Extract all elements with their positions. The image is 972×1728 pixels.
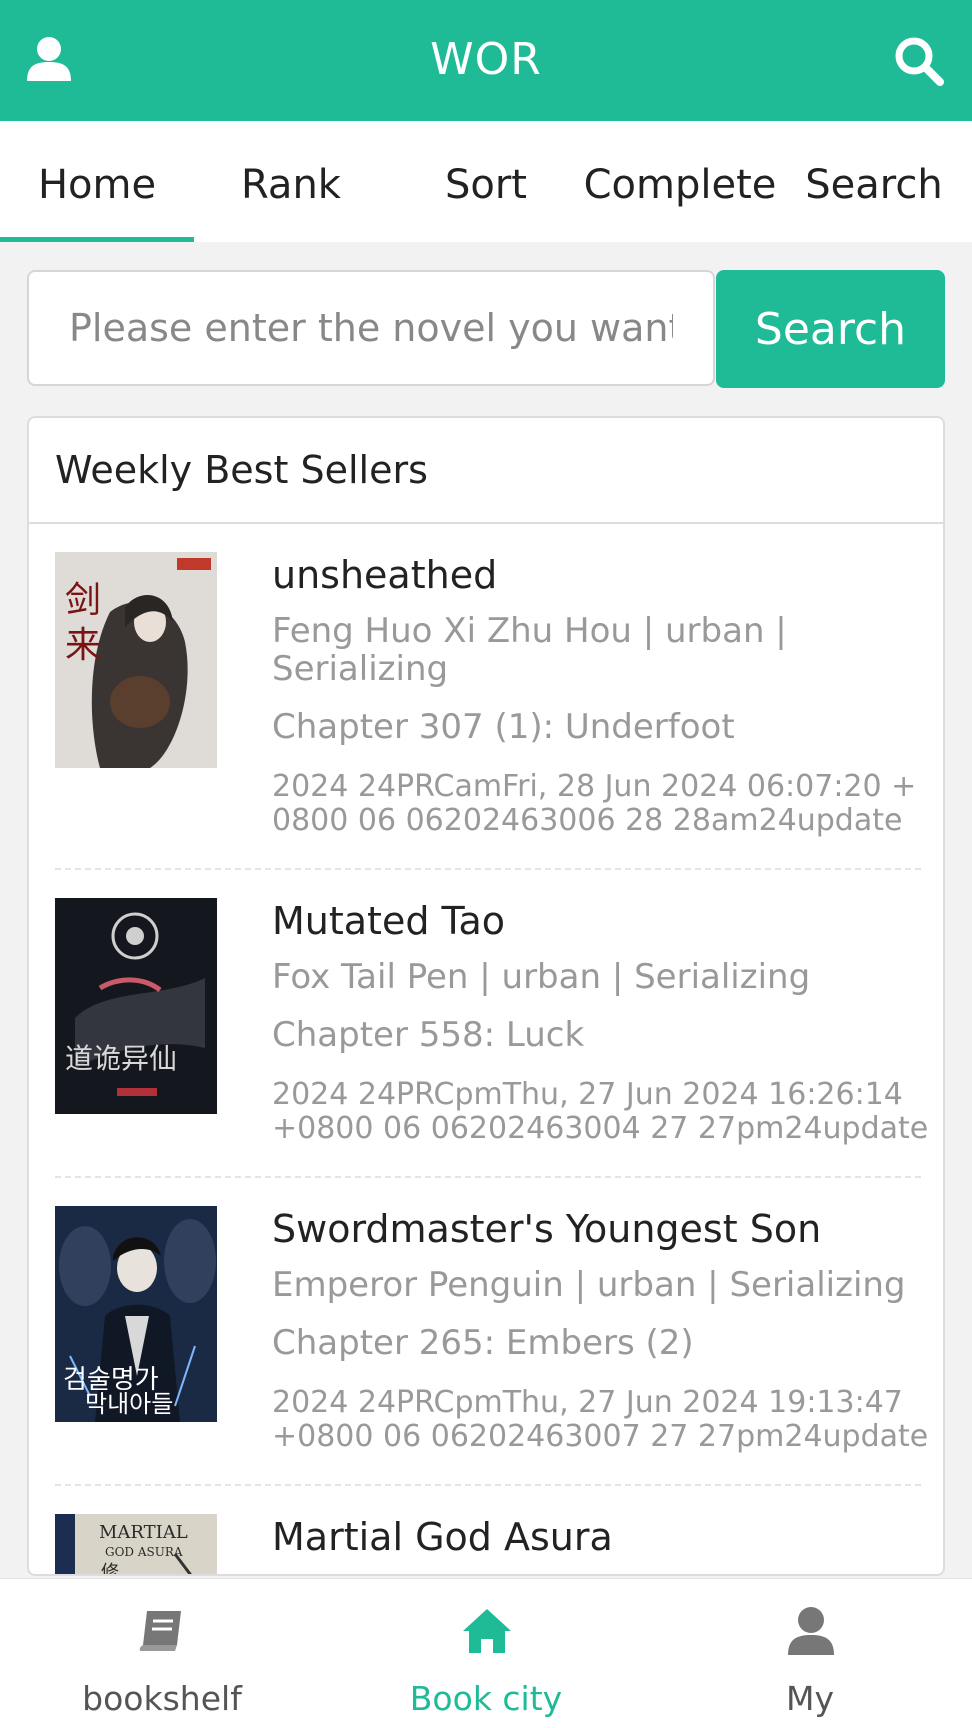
book-meta: Feng Huo Xi Zhu Hou | urban | Serializin… (272, 611, 787, 689)
book-latest-chapter[interactable]: Chapter 558: Luck (272, 1016, 932, 1054)
search-bar: Search (27, 270, 945, 388)
book-cover[interactable]: 道诡异仙 (55, 898, 217, 1114)
home-icon (461, 1605, 513, 1657)
book-latest-chapter[interactable]: Chapter 265: Embers (2) (272, 1324, 932, 1362)
book-cover[interactable]: 검술명가 막내아들 (55, 1206, 217, 1422)
svg-text:막내아들: 막내아들 (85, 1390, 173, 1418)
book-cover[interactable]: MARTIAL GOD ASURA 修 (55, 1514, 217, 1576)
svg-text:道诡异仙: 道诡异仙 (65, 1042, 177, 1075)
svg-text:修: 修 (101, 1562, 119, 1576)
book-title[interactable]: Mutated Tao (272, 898, 932, 944)
panel-title: Weekly Best Sellers (29, 418, 943, 524)
book-update-time: 2024 24PRCpmThu, 27 Jun 2024 19:13:47 +0… (272, 1385, 929, 1454)
search-icon[interactable] (893, 35, 945, 87)
tab-rank[interactable]: Rank (194, 121, 388, 242)
book-meta: Emperor Penguin | urban | Serializing (272, 1265, 906, 1305)
search-input[interactable] (27, 270, 715, 386)
nav-bookshelf[interactable]: bookshelf (0, 1579, 324, 1728)
svg-text:MARTIAL: MARTIAL (99, 1522, 188, 1543)
nav-label: My (785, 1679, 834, 1718)
nav-label: Book city (409, 1679, 563, 1718)
book-item[interactable]: MARTIAL GOD ASURA 修 Martial God Asura (55, 1514, 921, 1576)
book-update-time: 2024 24PRCamFri, 28 Jun 2024 06:07:20 +0… (272, 769, 917, 838)
top-tabs: Home Rank Sort Complete Search (0, 121, 972, 242)
book-title[interactable]: Martial God Asura (272, 1514, 932, 1560)
book-item[interactable]: 道诡异仙 Mutated Tao Fox Tail Pen | urban | … (55, 898, 928, 1178)
tab-complete[interactable]: Complete (583, 121, 777, 242)
divider (55, 1484, 921, 1486)
tab-search[interactable]: Search (777, 121, 971, 242)
app-header: WOR (0, 0, 972, 121)
book-title[interactable]: Swordmaster's Youngest Son (272, 1206, 932, 1252)
bottom-nav: bookshelf Book city My (0, 1578, 972, 1728)
svg-text:剑: 剑 (65, 580, 101, 621)
nav-book-city[interactable]: Book city (324, 1579, 648, 1728)
book-meta: Fox Tail Pen | urban | Serializing (272, 957, 811, 997)
svg-text:GOD ASURA: GOD ASURA (105, 1545, 183, 1559)
book-item[interactable]: 剑 来 unsheathed Feng Huo Xi Zhu Hou | urb… (55, 552, 921, 842)
divider (55, 868, 921, 870)
weekly-best-sellers-panel: Weekly Best Sellers 剑 来 unsheathed Feng … (27, 416, 945, 1576)
app-title: WOR (430, 34, 542, 85)
search-button[interactable]: Search (716, 270, 945, 388)
book-cover[interactable]: 剑 来 (55, 552, 217, 768)
tab-home[interactable]: Home (0, 121, 194, 242)
divider (55, 1176, 921, 1178)
svg-text:来: 来 (65, 625, 101, 666)
book-item[interactable]: 검술명가 막내아들 Swordmaster's Youngest Son Emp… (55, 1206, 928, 1486)
user-icon (785, 1605, 837, 1657)
book-title[interactable]: unsheathed (272, 552, 932, 598)
book-update-time: 2024 24PRCpmThu, 27 Jun 2024 16:26:14 +0… (272, 1077, 929, 1146)
book-icon (137, 1605, 189, 1657)
nav-label: bookshelf (82, 1679, 242, 1718)
nav-my[interactable]: My (648, 1579, 972, 1728)
tab-sort[interactable]: Sort (389, 121, 583, 242)
book-latest-chapter[interactable]: Chapter 307 (1): Underfoot (272, 708, 932, 746)
